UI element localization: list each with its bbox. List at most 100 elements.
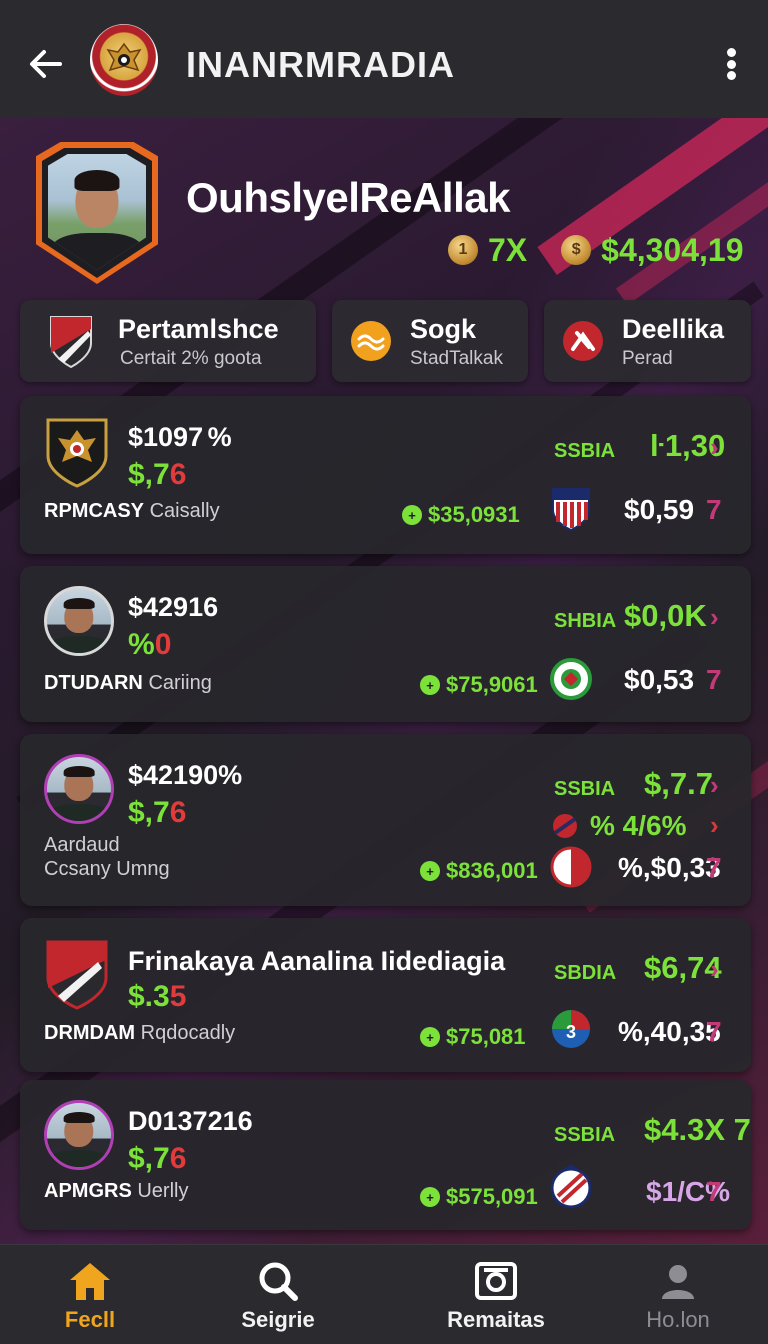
exchange-label: SHBIA	[554, 610, 617, 632]
more-menu-button[interactable]	[716, 44, 746, 84]
striped-ball-icon	[550, 1164, 592, 1210]
player-price: $42190%	[128, 760, 243, 790]
plus-icon: +	[402, 505, 422, 525]
camera-box-icon	[473, 1259, 519, 1303]
plus-icon: +	[420, 1027, 440, 1047]
wave-coin-icon	[346, 312, 396, 370]
exchange-rate: $,7.7	[644, 766, 713, 801]
garuda-emblem-icon	[106, 42, 142, 72]
player-card[interactable]: Frinakaya Aanalina Iidediagia $.35 DRMDA…	[20, 918, 751, 1072]
player-card[interactable]: D0137216 $,76 APMGRS Uerlly + $575,091 SS…	[20, 1080, 751, 1230]
secondary-rate: % 4/6%	[552, 810, 687, 842]
player-market-value: + $75,9061	[420, 672, 538, 698]
arrow-left-icon	[30, 50, 62, 78]
plus-icon: +	[420, 675, 440, 695]
player-market-value: + $836,001	[420, 858, 538, 884]
search-icon	[255, 1259, 301, 1303]
home-icon	[67, 1259, 113, 1303]
back-button[interactable]	[22, 40, 70, 88]
exchange-label: SSBIA	[554, 778, 616, 800]
profile-icon	[655, 1259, 701, 1303]
plus-icon: +	[420, 861, 440, 881]
player-change: $,76	[128, 458, 187, 491]
player-market-value: + $575,091	[420, 1184, 538, 1210]
chevron-right-icon[interactable]: ›	[710, 770, 719, 801]
trend-arrow-icon: 7	[706, 1176, 722, 1207]
player-card[interactable]: $42916 %0 DTUDARN Cariing + $75,9061 SHBI…	[20, 566, 751, 722]
player-change: %0	[128, 628, 172, 661]
tile-title: Deellika	[622, 314, 725, 344]
nav-profile[interactable]: Ho.lon	[588, 1245, 768, 1344]
app-header: INANRMRADIA	[0, 0, 768, 118]
tile-pertamlshce[interactable]: Pertamlshce Certait 2% goota	[20, 300, 316, 382]
exchange-rate: $0,0K	[624, 598, 707, 633]
page-title: INANRMRADIA	[186, 44, 455, 85]
nav-label: Seigrie	[241, 1307, 315, 1332]
player-value: $0,59	[624, 494, 695, 525]
player-label: DTUDARN Cariing	[44, 672, 212, 694]
player-card[interactable]: $1097 % $,76 RPMCASY Caisally + $35,0931 …	[20, 396, 751, 554]
team-logo	[90, 24, 158, 96]
tile-subtitle: StadTalkak	[410, 348, 503, 369]
player-value: $0,53	[624, 664, 695, 695]
player-label-secondary: Ccsany Umng	[44, 858, 170, 880]
chevron-right-icon[interactable]: ›	[710, 954, 719, 985]
player-label: RPMCASY Caisally	[44, 500, 220, 522]
tile-title: Sogk	[410, 314, 477, 344]
club-shield-icon	[44, 938, 110, 1010]
us-shield-icon	[550, 486, 592, 532]
nav-search[interactable]: Seigrie	[188, 1245, 368, 1344]
coin-icon: $	[561, 235, 592, 265]
trend-arrow-icon: 7	[706, 494, 722, 525]
player-label: APMGRS Uerlly	[44, 1180, 189, 1202]
bottom-navigation: Fecll Seigrie Remaitas Ho.lon	[0, 1244, 768, 1344]
green-club-icon	[550, 656, 592, 702]
player-avatar	[44, 754, 114, 826]
exchange-label: SSBIA	[554, 1124, 616, 1146]
tile-subtitle: Certait 2% goota	[120, 348, 262, 369]
chevron-right-icon[interactable]: ›	[710, 602, 719, 633]
more-vertical-icon	[726, 48, 736, 57]
trend-arrow-icon: 7	[706, 852, 722, 883]
svg-text:3: 3	[566, 1022, 576, 1042]
red-fist-icon	[558, 312, 608, 370]
tile-subtitle: Perad	[622, 348, 673, 369]
profile-name: OuhslyelReAllak	[186, 174, 510, 221]
player-avatar	[44, 1100, 114, 1172]
trend-arrow-icon: 7	[706, 664, 722, 695]
plus-icon: +	[420, 1187, 440, 1207]
player-change: $,76	[128, 796, 187, 829]
nav-label: Fecll	[64, 1307, 116, 1332]
nav-label: Ho.lon	[646, 1307, 710, 1332]
player-price: $1097 %	[128, 422, 232, 452]
trend-arrow-icon: 7	[706, 1016, 722, 1047]
player-card[interactable]: $42190% $,76 Aardaud Ccsany Umng + $836,0…	[20, 734, 751, 906]
tile-sogk[interactable]: Sogk StadTalkak	[332, 300, 528, 382]
club-shield-icon	[46, 312, 96, 370]
nav-label: Remaitas	[447, 1307, 545, 1332]
player-market-value: + $75,081	[420, 1024, 526, 1050]
tile-title: Pertamlshce	[118, 314, 279, 344]
nav-home[interactable]: Fecll	[0, 1245, 180, 1344]
red-white-badge-icon	[550, 846, 592, 892]
nav-remaitas[interactable]: Remaitas	[406, 1245, 586, 1344]
tile-deellika[interactable]: Deellika Perad	[544, 300, 751, 382]
ball-icon	[553, 814, 577, 838]
chevron-right-icon[interactable]: ›	[710, 810, 719, 841]
player-change: $,76	[128, 1142, 187, 1175]
garuda-emblem-icon	[44, 416, 110, 488]
player-price: $42916	[128, 592, 219, 622]
player-change: $.35	[128, 980, 187, 1013]
chevron-right-icon[interactable]: ›	[710, 432, 719, 463]
player-avatar	[44, 586, 114, 658]
profile-balance: $4,304,19	[601, 231, 744, 268]
coin-icon: 1	[448, 235, 478, 265]
player-market-value: + $35,0931	[402, 502, 520, 528]
tricolor-badge-icon: 3	[550, 1008, 592, 1054]
exchange-label: SSBIA	[554, 440, 616, 462]
profile-stat-multiplier: 7X	[488, 231, 528, 268]
player-label: DRMDAM Rqdocadly	[44, 1022, 236, 1044]
player-label: Aardaud	[44, 834, 120, 856]
exchange-rate: $4.3X 7	[644, 1112, 751, 1147]
exchange-label: SBDIA	[554, 962, 617, 984]
